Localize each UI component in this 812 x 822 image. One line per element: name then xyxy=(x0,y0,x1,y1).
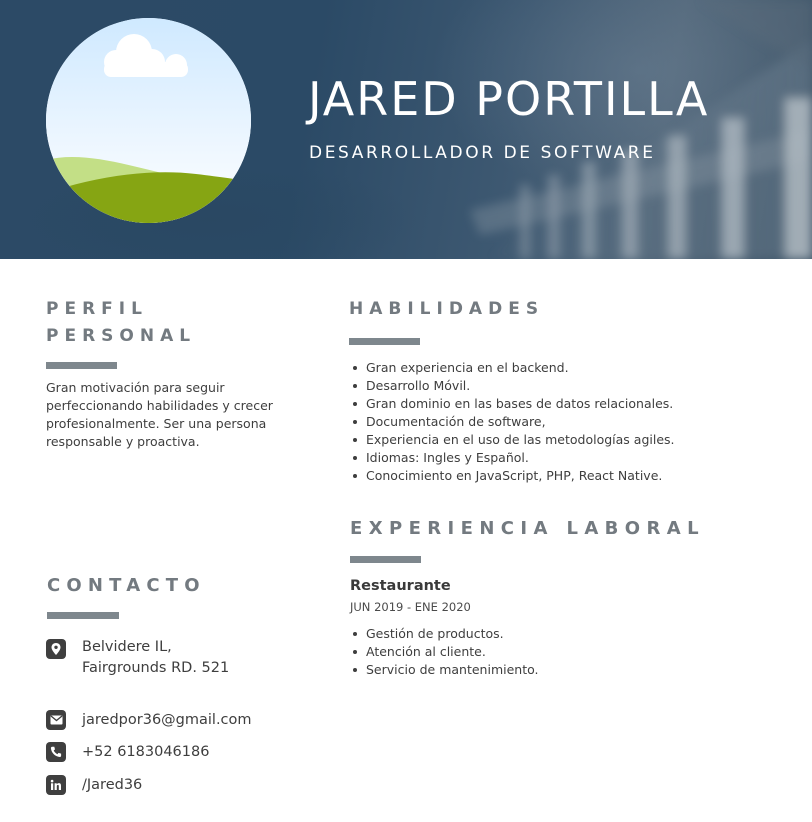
contact-email[interactable]: jaredpor36@gmail.com xyxy=(82,710,252,731)
profile-section-title: PERFIL PERSONAL xyxy=(46,299,197,346)
profile-text: Gran motivación para seguir perfeccionan… xyxy=(46,380,273,449)
profile-photo xyxy=(46,18,251,223)
contact-accent-bar xyxy=(47,612,119,619)
header-banner: JARED PORTILLA DESARROLLADOR DE SOFTWARE xyxy=(0,0,812,259)
email-icon xyxy=(46,710,66,730)
list-item: Idiomas: Ingles y Español. xyxy=(350,449,675,467)
skills-section-title: HABILIDADES xyxy=(349,299,545,319)
list-item: Gestión de productos. xyxy=(350,625,539,643)
skills-list: Gran experiencia en el backend. Desarrol… xyxy=(350,359,675,485)
experience-section-title: EXPERIENCIA LABORAL xyxy=(350,518,705,539)
contact-address: Belvidere IL, Fairgrounds RD. 521 xyxy=(82,639,230,676)
list-item: Conocimiento en JavaScript, PHP, React N… xyxy=(350,467,675,485)
location-icon xyxy=(46,639,66,659)
experience-accent-bar xyxy=(350,556,421,563)
contact-section-title: CONTACTO xyxy=(47,575,206,596)
list-item: Documentación de software, xyxy=(350,413,675,431)
landscape-placeholder-icon xyxy=(46,18,251,223)
list-item: Experiencia en el uso de las metodología… xyxy=(350,431,675,449)
skills-accent-bar xyxy=(349,338,420,345)
list-item: Gran dominio en las bases de datos relac… xyxy=(350,395,675,413)
list-item: Gran experiencia en el backend. xyxy=(350,359,675,377)
job-date: JUN 2019 - ENE 2020 xyxy=(350,600,471,614)
phone-icon xyxy=(46,742,66,762)
person-role: DESARROLLADOR DE SOFTWARE xyxy=(309,143,656,163)
job-title: Restaurante xyxy=(350,578,451,594)
list-item: Desarrollo Móvil. xyxy=(350,377,675,395)
list-item: Atención al cliente. xyxy=(350,643,539,661)
person-name: JARED PORTILLA xyxy=(308,72,710,126)
contact-phone[interactable]: +52 6183046186 xyxy=(82,742,209,763)
experience-list: Gestión de productos. Atención al client… xyxy=(350,625,539,679)
contact-linkedin[interactable]: /Jared36 xyxy=(82,775,142,796)
linkedin-icon xyxy=(46,775,66,795)
profile-accent-bar xyxy=(46,362,117,369)
list-item: Servicio de mantenimiento. xyxy=(350,661,539,679)
